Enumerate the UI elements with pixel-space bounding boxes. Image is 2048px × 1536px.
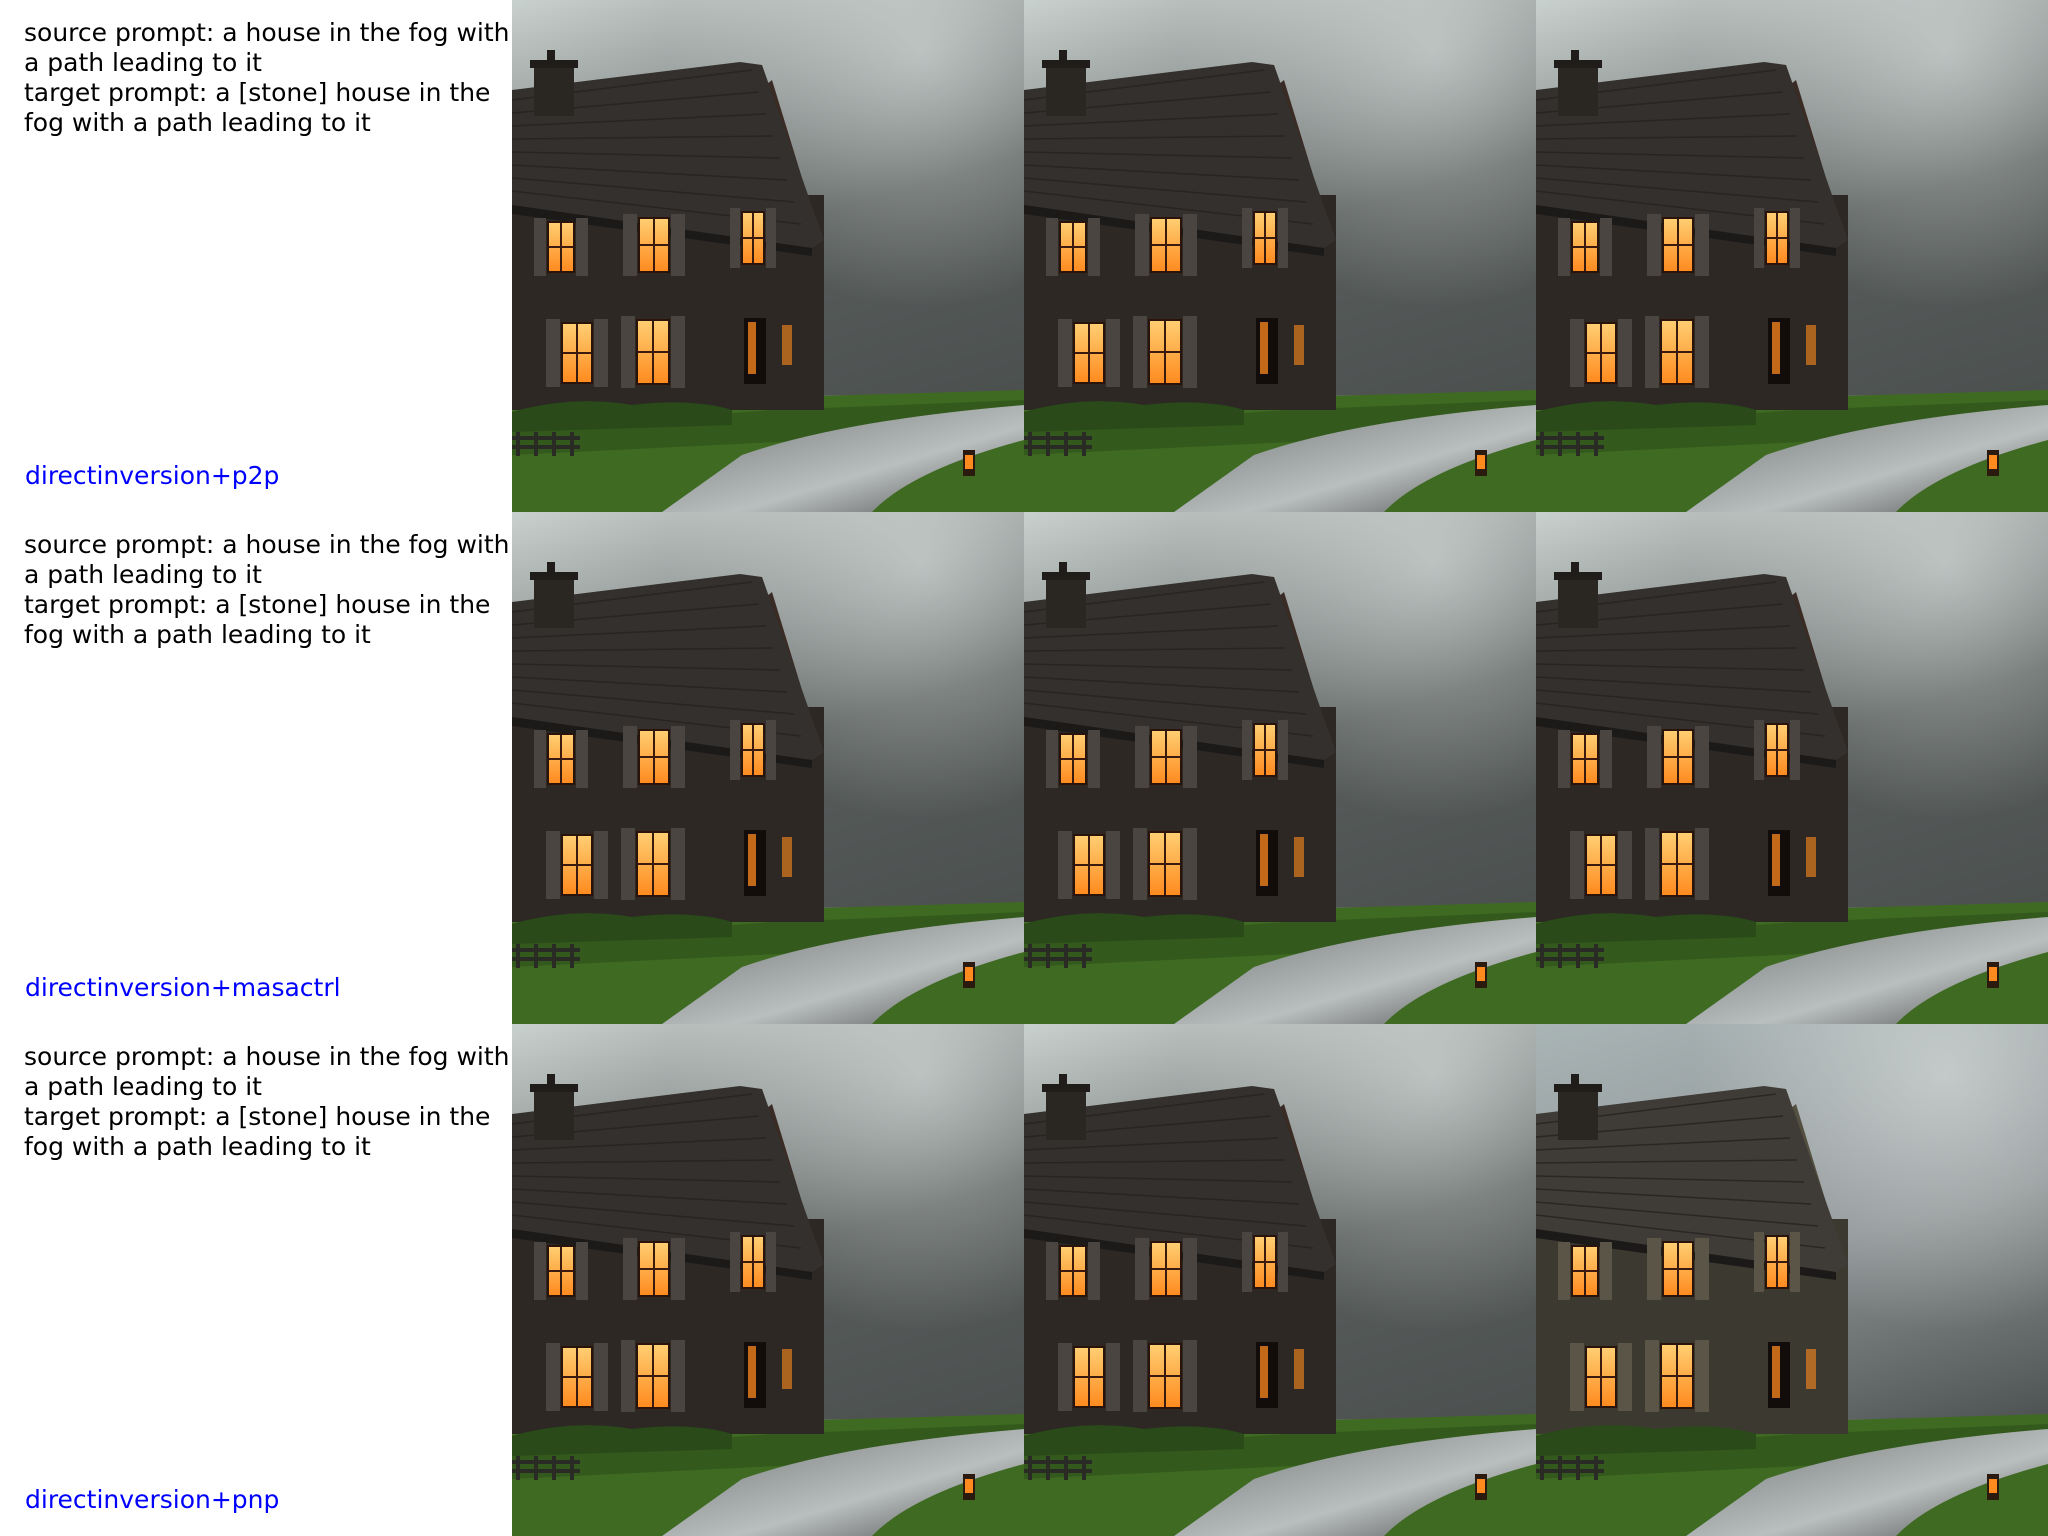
comparison-row: source prompt: a house in the fog with a… [0, 0, 2048, 512]
method-label: directinversion+masactrl [25, 973, 341, 1002]
source-prompt: source prompt: a house in the fog with a… [24, 1042, 510, 1101]
house-image [1536, 0, 2048, 512]
house-image [512, 0, 1024, 512]
house-image [1024, 1024, 1536, 1536]
target-prompt: target prompt: a [stone] house in the fo… [24, 590, 491, 649]
source-image [512, 0, 1024, 512]
prompt-text: source prompt: a house in the fog with a… [24, 1042, 512, 1162]
method-label: directinversion+pnp [25, 1485, 280, 1514]
reconstruction-image [1024, 512, 1536, 1024]
house-image [1536, 1024, 2048, 1536]
prompt-text: source prompt: a house in the fog with a… [24, 18, 512, 138]
edited-image [1536, 512, 2048, 1024]
source-prompt: source prompt: a house in the fog with a… [24, 18, 510, 77]
house-image [1024, 0, 1536, 512]
prompt-panel: source prompt: a house in the fog with a… [0, 1024, 512, 1536]
comparison-row: source prompt: a house in the fog with a… [0, 512, 2048, 1024]
house-image [512, 1024, 1024, 1536]
edited-image [1536, 1024, 2048, 1536]
source-image [512, 512, 1024, 1024]
house-image [512, 512, 1024, 1024]
reconstruction-image [1024, 0, 1536, 512]
source-prompt: source prompt: a house in the fog with a… [24, 530, 510, 589]
reconstruction-image [1024, 1024, 1536, 1536]
comparison-row: source prompt: a house in the fog with a… [0, 1024, 2048, 1536]
house-image [1024, 512, 1536, 1024]
target-prompt: target prompt: a [stone] house in the fo… [24, 78, 491, 137]
prompt-panel: source prompt: a house in the fog with a… [0, 0, 512, 512]
prompt-panel: source prompt: a house in the fog with a… [0, 512, 512, 1024]
target-prompt: target prompt: a [stone] house in the fo… [24, 1102, 491, 1161]
source-image [512, 1024, 1024, 1536]
edited-image [1536, 0, 2048, 512]
method-label: directinversion+p2p [25, 461, 280, 490]
house-image [1536, 512, 2048, 1024]
prompt-text: source prompt: a house in the fog with a… [24, 530, 512, 650]
